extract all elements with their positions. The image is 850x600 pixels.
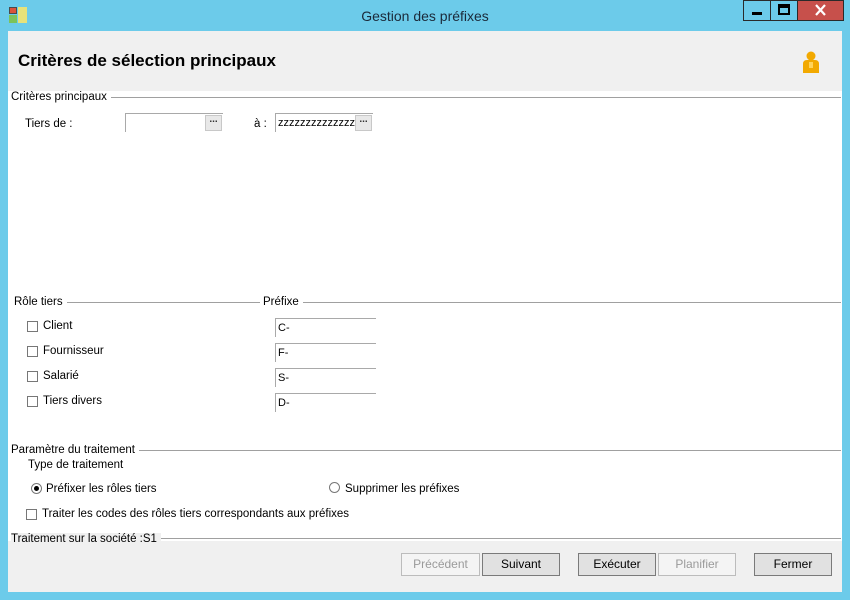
role-client-label[interactable]: Client (43, 320, 72, 332)
maximize-button[interactable] (770, 0, 798, 21)
page-title: Critères de sélection principaux (18, 51, 276, 70)
role-employee-checkbox[interactable] (27, 371, 38, 382)
client-area: Critères de sélection principaux Critère… (8, 31, 842, 592)
execute-button[interactable]: Exécuter (578, 553, 656, 576)
criteria-group-title: Critères principaux (11, 91, 111, 103)
role-employee-prefix-input[interactable]: S- (275, 368, 376, 387)
prefix-roles-radio[interactable] (31, 483, 42, 494)
close-button[interactable]: Fermer (754, 553, 832, 576)
page-header: Critères de sélection principaux (8, 31, 842, 91)
minimize-icon (752, 12, 762, 15)
tiers-to-label: à : (254, 118, 267, 130)
role-client-prefix-input[interactable]: C- (275, 318, 376, 337)
role-supplier-checkbox[interactable] (27, 346, 38, 357)
processing-type-label: Type de traitement (28, 459, 124, 471)
prefix-roles-label[interactable]: Préfixer les rôles tiers (46, 483, 157, 495)
process-codes-label[interactable]: Traiter les codes des rôles tiers corres… (42, 508, 349, 520)
role-misc-label[interactable]: Tiers divers (43, 395, 102, 407)
role-client-checkbox[interactable] (27, 321, 38, 332)
role-supplier-prefix-input[interactable]: F- (275, 343, 376, 362)
previous-button[interactable]: Précédent (401, 553, 480, 576)
role-misc-checkbox[interactable] (27, 396, 38, 407)
schedule-button[interactable]: Planifier (658, 553, 736, 576)
role-misc-prefix-input[interactable]: D- (275, 393, 376, 412)
prefix-group-title: Préfixe (263, 296, 303, 308)
close-icon (815, 4, 826, 16)
close-window-button[interactable] (797, 0, 844, 21)
window-title: Gestion des préfixes (361, 8, 489, 24)
tiers-to-browse-button[interactable]: ... (355, 115, 372, 131)
processing-group-title: Paramètre du traitement (11, 444, 140, 456)
role-supplier-label[interactable]: Fournisseur (43, 345, 104, 357)
roles-group-title: Rôle tiers (14, 296, 67, 308)
company-label: Traitement sur la société :S1 (11, 533, 161, 545)
role-employee-label[interactable]: Salarié (43, 370, 79, 382)
tiers-from-browse-button[interactable]: ... (205, 115, 222, 131)
prefix-divider (263, 302, 841, 303)
minimize-button[interactable] (743, 0, 771, 21)
next-button[interactable]: Suivant (482, 553, 560, 576)
title-bar[interactable]: Gestion des préfixes (0, 0, 850, 30)
user-icon[interactable] (801, 51, 821, 73)
window: Gestion des préfixes Critères de sélecti… (0, 0, 850, 600)
tiers-from-label: Tiers de : (25, 118, 73, 130)
process-codes-checkbox[interactable] (26, 509, 37, 520)
remove-prefixes-label[interactable]: Supprimer les préfixes (345, 483, 459, 495)
remove-prefixes-radio[interactable] (329, 482, 340, 493)
maximize-icon (778, 4, 790, 15)
criteria-divider (11, 97, 841, 98)
